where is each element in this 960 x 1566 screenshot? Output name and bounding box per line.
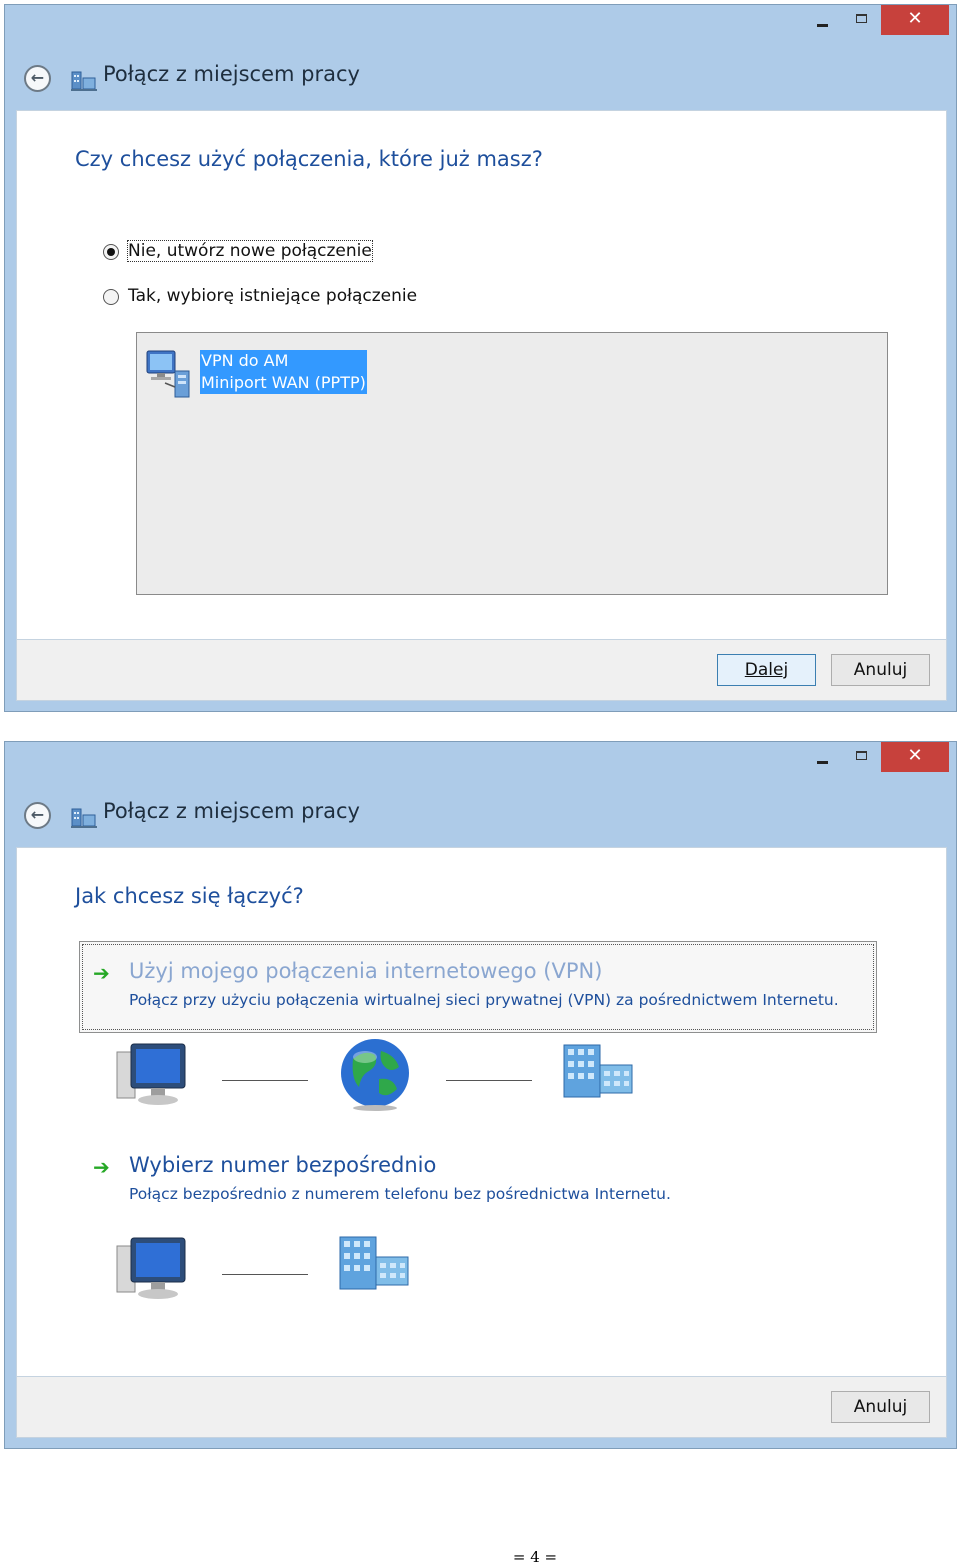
connections-list[interactable]: VPN do AM Miniport WAN (PPTP) (136, 332, 888, 595)
close-button[interactable]: ✕ (881, 742, 949, 772)
workplace-building-icon (339, 1236, 409, 1290)
workplace-building-icon (563, 1044, 633, 1098)
option-vpn-description: Połącz przy użyciu połączenia wirtualnej… (129, 991, 839, 1009)
window-title: Połącz z miejscem pracy (103, 799, 360, 823)
maximize-button[interactable] (848, 742, 876, 772)
wizard-footer: Anuluj (16, 1376, 947, 1438)
back-arrow-icon[interactable]: ← (24, 802, 51, 829)
connect-workplace-window-2: ✕ ← Połącz z miejscem pracy Jak chcesz s… (4, 741, 957, 1449)
radio-button-unselected[interactable] (103, 289, 119, 305)
minimize-button[interactable] (808, 5, 836, 35)
globe-icon (341, 1039, 409, 1111)
cancel-button[interactable]: Anuluj (831, 654, 930, 686)
next-button[interactable]: Dalej (717, 654, 816, 686)
workplace-network-icon (71, 71, 97, 91)
wizard-footer: Dalej Anuluj (16, 639, 947, 701)
connection-line (222, 1274, 308, 1275)
page-heading: Czy chcesz użyć połączenia, które już ma… (75, 147, 543, 171)
page-heading: Jak chcesz się łączyć? (75, 884, 304, 908)
page-number: = 4 = (512, 1548, 558, 1566)
wizard-content: Czy chcesz użyć połączenia, które już ma… (16, 110, 947, 640)
workplace-network-icon (71, 808, 97, 828)
next-button-label: Dalej (744, 660, 789, 680)
option-dial-description: Połącz bezpośrednio z numerem telefonu b… (129, 1185, 671, 1203)
computer-icon (116, 1043, 186, 1105)
connection-line (446, 1080, 532, 1081)
connection-line (222, 1080, 308, 1081)
option-vpn[interactable] (79, 941, 877, 1033)
window-title: Połącz z miejscem pracy (103, 62, 360, 86)
connection-name: VPN do AM (201, 351, 289, 370)
green-arrow-icon: ➔ (93, 961, 110, 985)
radio-new-connection-label[interactable]: Nie, utwórz nowe połączenie (127, 240, 373, 262)
cancel-button[interactable]: Anuluj (831, 1391, 930, 1423)
radio-existing-connection-label[interactable]: Tak, wybiorę istniejące połączenie (128, 286, 417, 306)
back-arrow-icon[interactable]: ← (24, 65, 51, 92)
maximize-button[interactable] (848, 5, 876, 35)
computer-icon (116, 1237, 186, 1299)
connection-label[interactable]: VPN do AM Miniport WAN (PPTP) (200, 350, 367, 394)
network-connection-icon (146, 350, 190, 398)
green-arrow-icon: ➔ (93, 1155, 110, 1179)
option-dial-title[interactable]: Wybierz numer bezpośrednio (129, 1153, 436, 1177)
option-vpn-title[interactable]: Użyj mojego połączenia internetowego (VP… (129, 959, 602, 983)
close-button[interactable]: ✕ (881, 5, 949, 35)
connect-workplace-window-1: ✕ ← Połącz z miejscem pracy Czy chcesz u… (4, 4, 957, 712)
minimize-button[interactable] (808, 742, 836, 772)
radio-button-selected[interactable] (103, 244, 119, 260)
wizard-content: Jak chcesz się łączyć? ➔ Użyj mojego poł… (16, 847, 947, 1377)
connection-type: Miniport WAN (PPTP) (201, 373, 366, 392)
